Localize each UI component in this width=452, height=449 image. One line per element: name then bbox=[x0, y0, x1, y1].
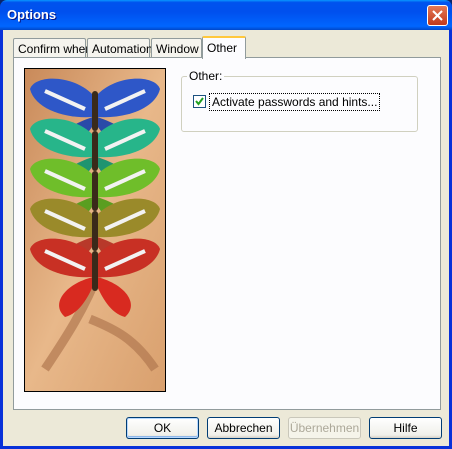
ok-button[interactable]: OK bbox=[126, 417, 199, 439]
tab-label: Window bbox=[156, 42, 199, 56]
checkmark-icon bbox=[195, 97, 204, 106]
groupbox-label: Other: bbox=[187, 69, 225, 83]
title-bar[interactable]: Options bbox=[0, 0, 452, 30]
help-button[interactable]: Hilfe bbox=[369, 417, 442, 439]
butterfly-icon bbox=[25, 69, 165, 391]
close-icon bbox=[432, 10, 443, 21]
cancel-button[interactable]: Abbrechen bbox=[207, 417, 280, 439]
window-title: Options bbox=[7, 7, 57, 22]
tab-label: Automation bbox=[92, 42, 153, 56]
activate-passwords-checkbox[interactable] bbox=[193, 95, 206, 108]
tab-label: Other bbox=[207, 41, 238, 55]
close-button[interactable] bbox=[427, 5, 448, 26]
tab-window[interactable]: Window bbox=[151, 38, 202, 57]
tab-label: Confirm when bbox=[18, 42, 93, 56]
butterfly-image bbox=[24, 68, 166, 392]
options-dialog: Options Confirm when Automation Window O… bbox=[0, 0, 452, 449]
tab-confirm-when[interactable]: Confirm when bbox=[13, 38, 92, 57]
tab-automation[interactable]: Automation bbox=[87, 38, 153, 57]
tab-other[interactable]: Other bbox=[202, 36, 246, 59]
apply-button[interactable]: Übernehmen bbox=[288, 417, 361, 439]
activate-passwords-label[interactable]: Activate passwords and hints... bbox=[209, 93, 381, 111]
